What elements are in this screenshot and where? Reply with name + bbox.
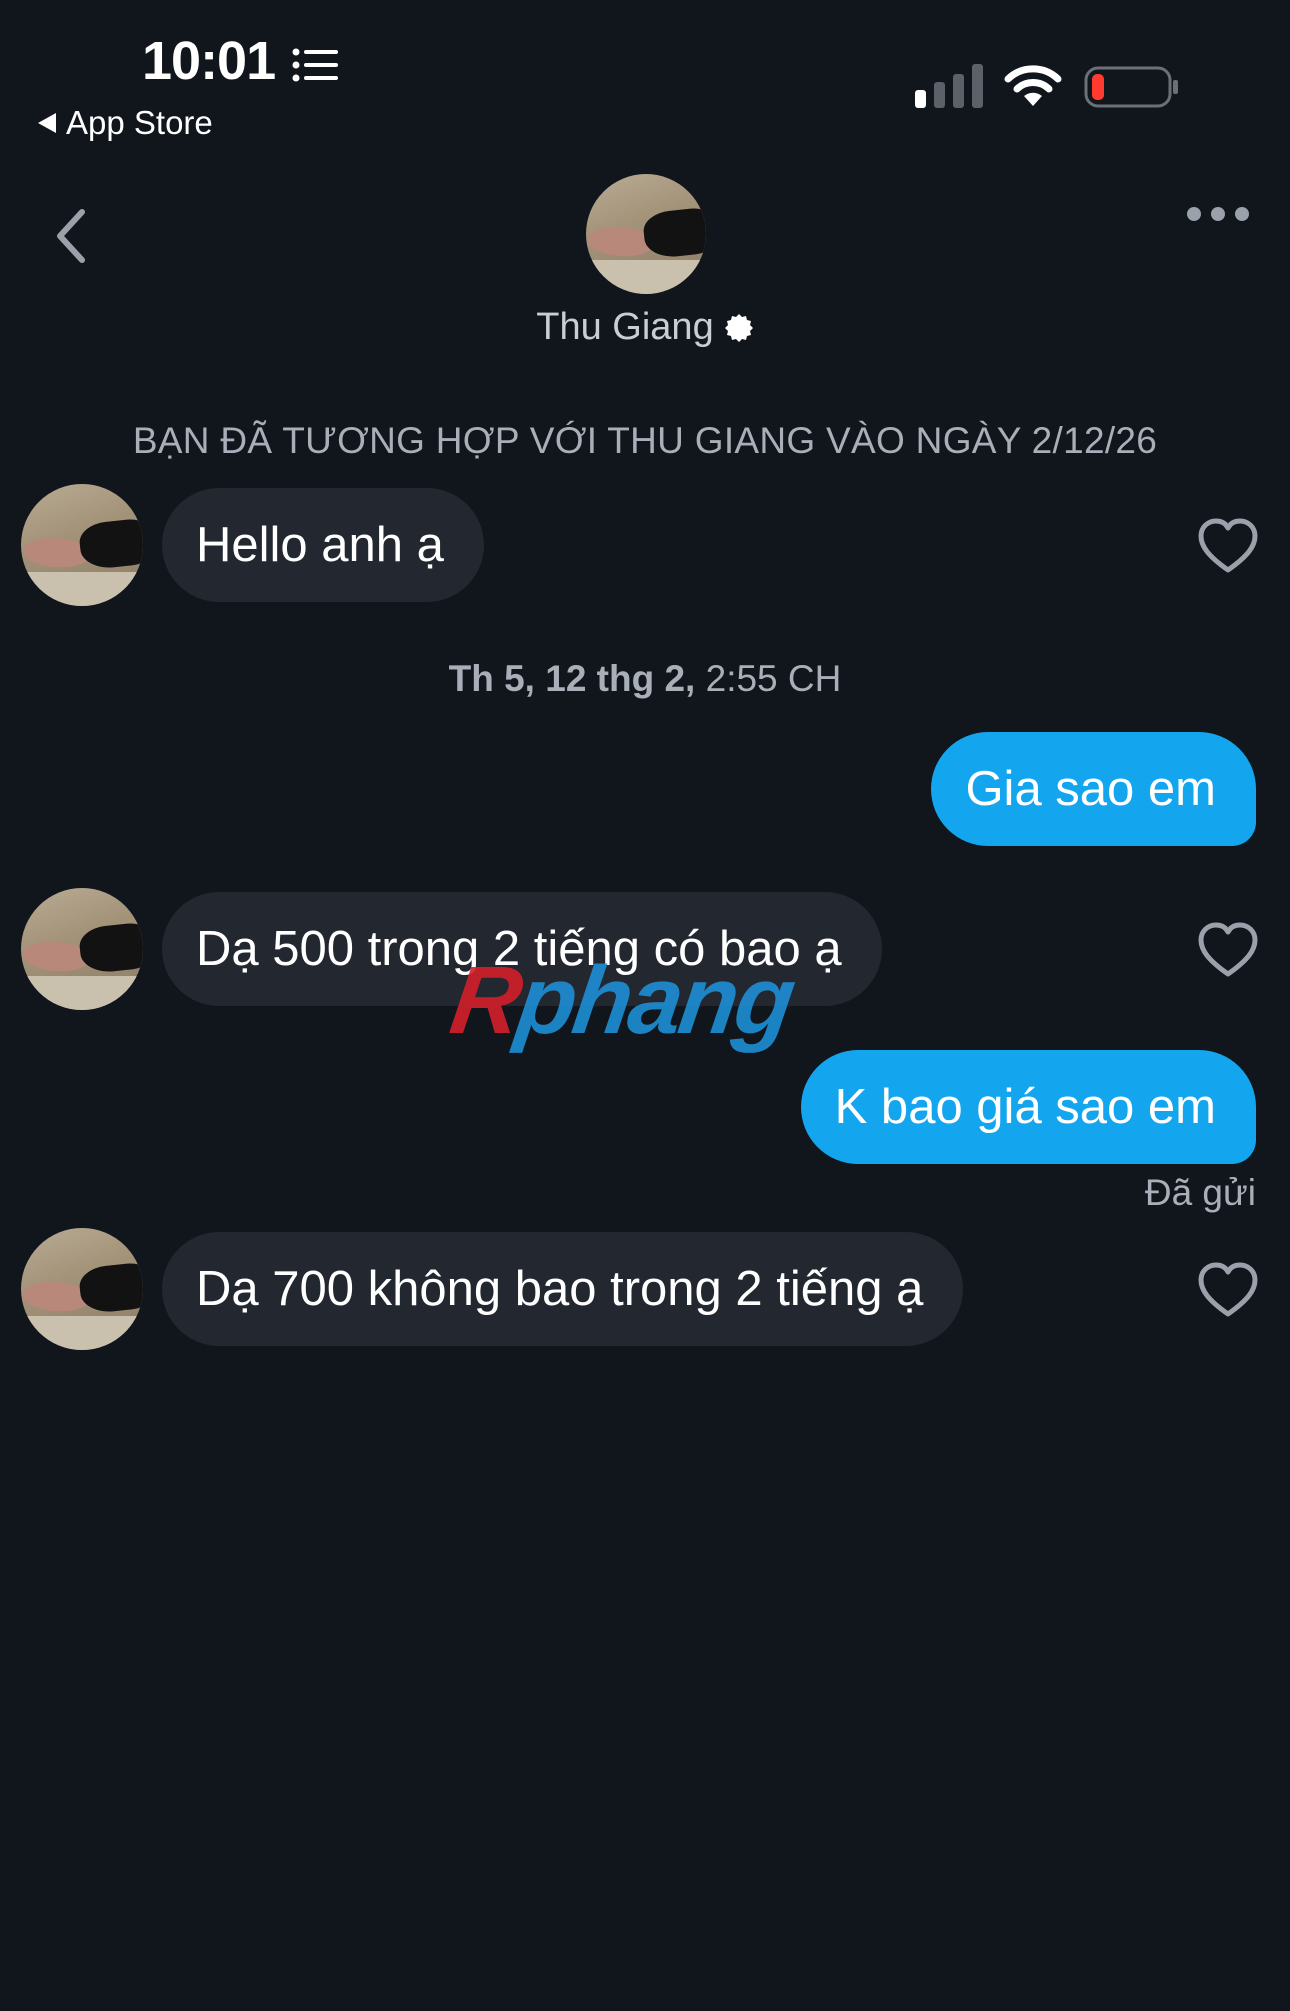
sent-status: Đã gửi xyxy=(1144,1172,1256,1213)
list-icon xyxy=(292,48,338,82)
message-avatar[interactable] xyxy=(21,1228,143,1350)
outgoing-message[interactable]: K bao giá sao em xyxy=(800,1050,1256,1164)
verified-badge-icon xyxy=(724,313,753,342)
heart-icon[interactable] xyxy=(1198,922,1258,978)
message-avatar[interactable] xyxy=(21,888,143,1010)
back-app-label: App Store xyxy=(66,104,213,141)
back-triangle-icon xyxy=(38,113,56,133)
signal-icon xyxy=(915,64,983,108)
contact-name: Thu Giang xyxy=(536,306,714,348)
match-banner: BẠN ĐÃ TƯƠNG HỢP VỚI THU GIANG VÀO NGÀY … xyxy=(132,420,1158,461)
message-avatar[interactable] xyxy=(21,484,143,606)
wifi-icon xyxy=(1004,65,1062,106)
profile-avatar[interactable] xyxy=(586,174,706,294)
chevron-left-icon[interactable] xyxy=(52,208,92,264)
heart-icon[interactable] xyxy=(1198,518,1258,574)
more-icon[interactable] xyxy=(1186,202,1250,226)
timestamp-time: 2:55 CH xyxy=(705,658,842,699)
outgoing-message[interactable]: Gia sao em xyxy=(931,732,1256,846)
incoming-message[interactable]: Dạ 700 không bao trong 2 tiếng ạ xyxy=(162,1232,964,1346)
status-time: 10:01 xyxy=(142,31,276,91)
profile-name-row[interactable]: Thu Giang xyxy=(0,306,1290,349)
incoming-message[interactable]: Dạ 500 trong 2 tiếng có bao ạ xyxy=(162,892,882,1006)
back-to-app-store[interactable]: App Store xyxy=(38,104,213,142)
heart-icon[interactable] xyxy=(1198,1262,1258,1318)
timestamp-date: Th 5, 12 thg 2, xyxy=(448,658,696,699)
message-timestamp: Th 5, 12 thg 2, 2:55 CH xyxy=(0,658,1290,700)
incoming-message[interactable]: Hello anh ạ xyxy=(162,488,484,602)
battery-icon xyxy=(1084,66,1178,108)
